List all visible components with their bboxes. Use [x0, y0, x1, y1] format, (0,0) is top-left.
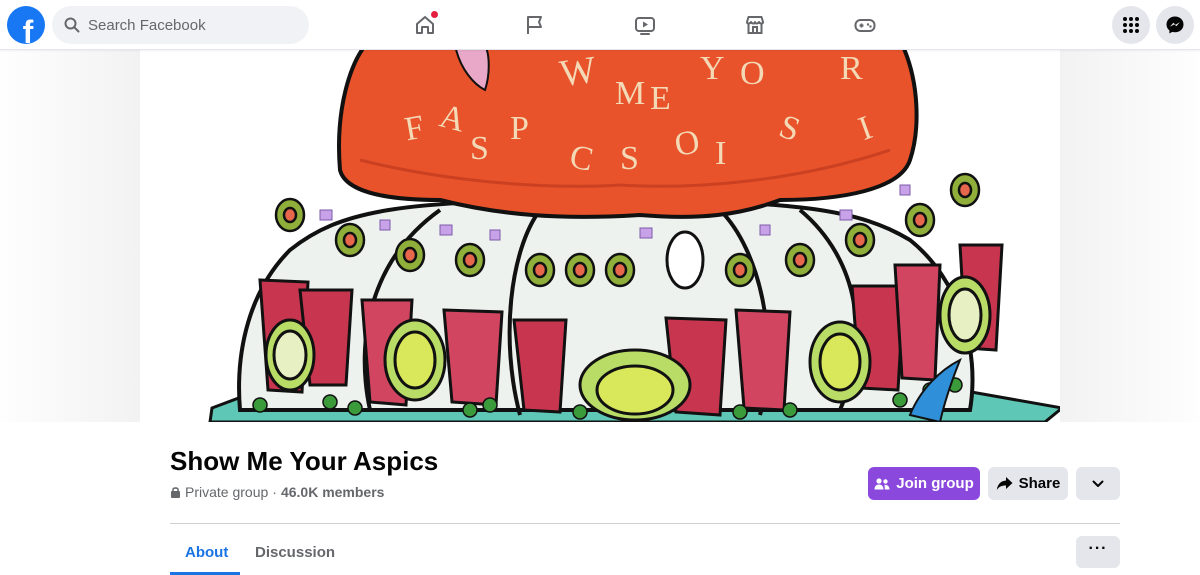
pasta-letter: W — [557, 50, 599, 96]
facebook-logo[interactable]: f — [7, 6, 45, 44]
section-divider — [170, 523, 1120, 524]
cover-letters: F A S P W C M E S O I Y O S R I — [140, 50, 1060, 210]
share-label: Share — [1018, 475, 1061, 492]
share-arrow-icon — [996, 477, 1013, 490]
pasta-letter: S — [774, 107, 805, 150]
gaming-icon[interactable] — [850, 10, 880, 40]
tab-about[interactable]: About — [185, 544, 228, 561]
notification-dot — [431, 11, 438, 18]
pasta-letter: A — [435, 97, 470, 140]
pasta-letter: O — [740, 55, 765, 92]
menu-grid-button[interactable] — [1112, 6, 1150, 44]
pasta-letter: O — [671, 123, 703, 164]
marketplace-icon[interactable] — [740, 10, 770, 40]
messenger-icon — [1166, 16, 1184, 34]
join-group-button[interactable]: Join group — [868, 467, 980, 500]
search-icon — [64, 17, 80, 33]
join-group-label: Join group — [896, 475, 974, 492]
pasta-letter: M — [615, 75, 646, 112]
pasta-letter: E — [650, 80, 671, 117]
meta-separator: · — [272, 484, 277, 500]
people-icon — [874, 477, 890, 489]
aspic-illustration: F A S P W C M E S O I Y O S R I — [140, 50, 1066, 422]
video-icon[interactable] — [630, 10, 660, 40]
pasta-letter: F — [401, 108, 427, 149]
pasta-letter: I — [853, 109, 878, 148]
more-dots-icon: ··· — [1088, 540, 1108, 557]
home-icon[interactable] — [410, 10, 440, 40]
search-input[interactable] — [88, 16, 288, 34]
flag-icon[interactable] — [520, 10, 550, 40]
facebook-logo-letter: f — [22, 14, 34, 44]
pasta-letter: R — [840, 50, 863, 87]
top-navigation-bar: f — [0, 0, 1200, 50]
more-options-button[interactable] — [1076, 467, 1120, 500]
pasta-letter: C — [566, 138, 597, 179]
pasta-letter: S — [620, 140, 639, 177]
group-meta: Private group · 46.0K members — [170, 484, 384, 500]
pasta-letter: I — [715, 135, 727, 172]
lock-icon — [171, 487, 180, 498]
chevron-down-icon — [1092, 480, 1104, 487]
tab-more-button[interactable]: ··· — [1076, 536, 1120, 568]
group-title: Show Me Your Aspics — [170, 446, 439, 476]
cover-blur-left — [0, 50, 140, 422]
menu-grid-icon — [1123, 17, 1139, 33]
group-members-count[interactable]: 46.0K members — [281, 484, 385, 500]
group-cover-photo: F A S P W C M E S O I Y O S R I — [0, 50, 1200, 422]
group-privacy[interactable]: Private group — [185, 484, 268, 500]
pasta-letter: P — [510, 110, 529, 147]
pasta-letter: S — [470, 130, 489, 167]
pasta-letter: Y — [700, 50, 725, 87]
share-button[interactable]: Share — [988, 467, 1068, 500]
messenger-button[interactable] — [1156, 6, 1194, 44]
cover-blur-right — [1060, 50, 1200, 422]
search-box[interactable] — [52, 6, 309, 44]
tab-discussion[interactable]: Discussion — [255, 544, 335, 561]
